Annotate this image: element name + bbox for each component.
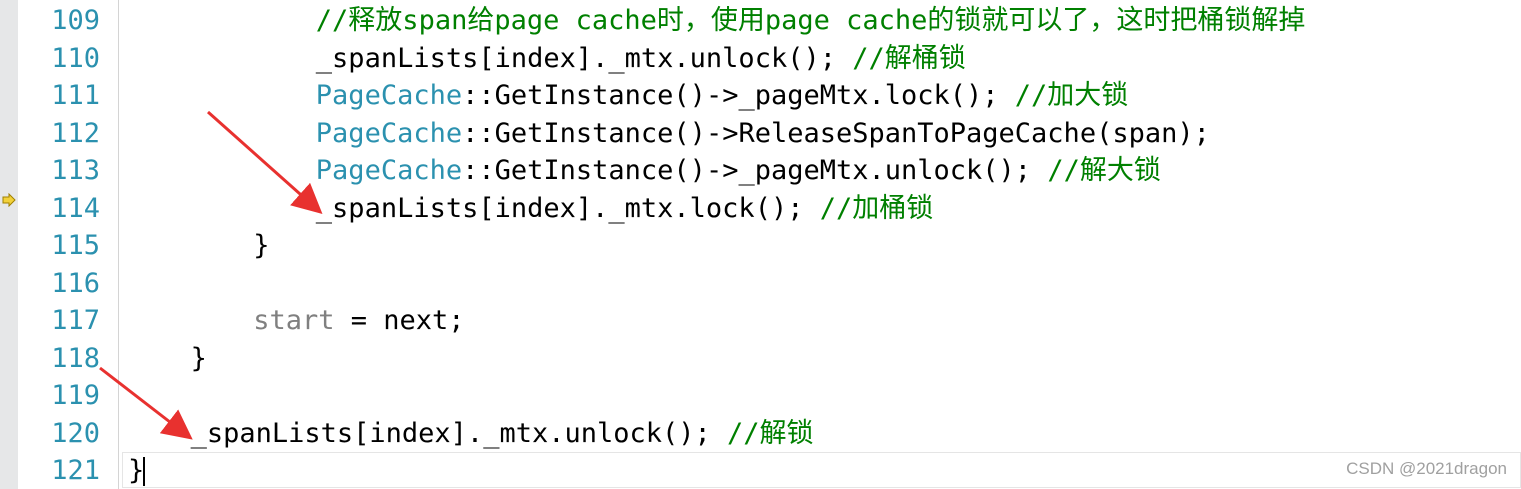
code-editor[interactable]: 109 110 111 112 113 114 115 116 117 118 119 120 121 … <box>0 0 1521 489</box>
annotation-layer <box>99 110 323 440</box>
watermark: CSDN @2021dragon <box>1346 459 1507 478</box>
annotation-arrow-lock <box>207 110 323 214</box>
annotation-arrow-unlock <box>99 366 193 440</box>
